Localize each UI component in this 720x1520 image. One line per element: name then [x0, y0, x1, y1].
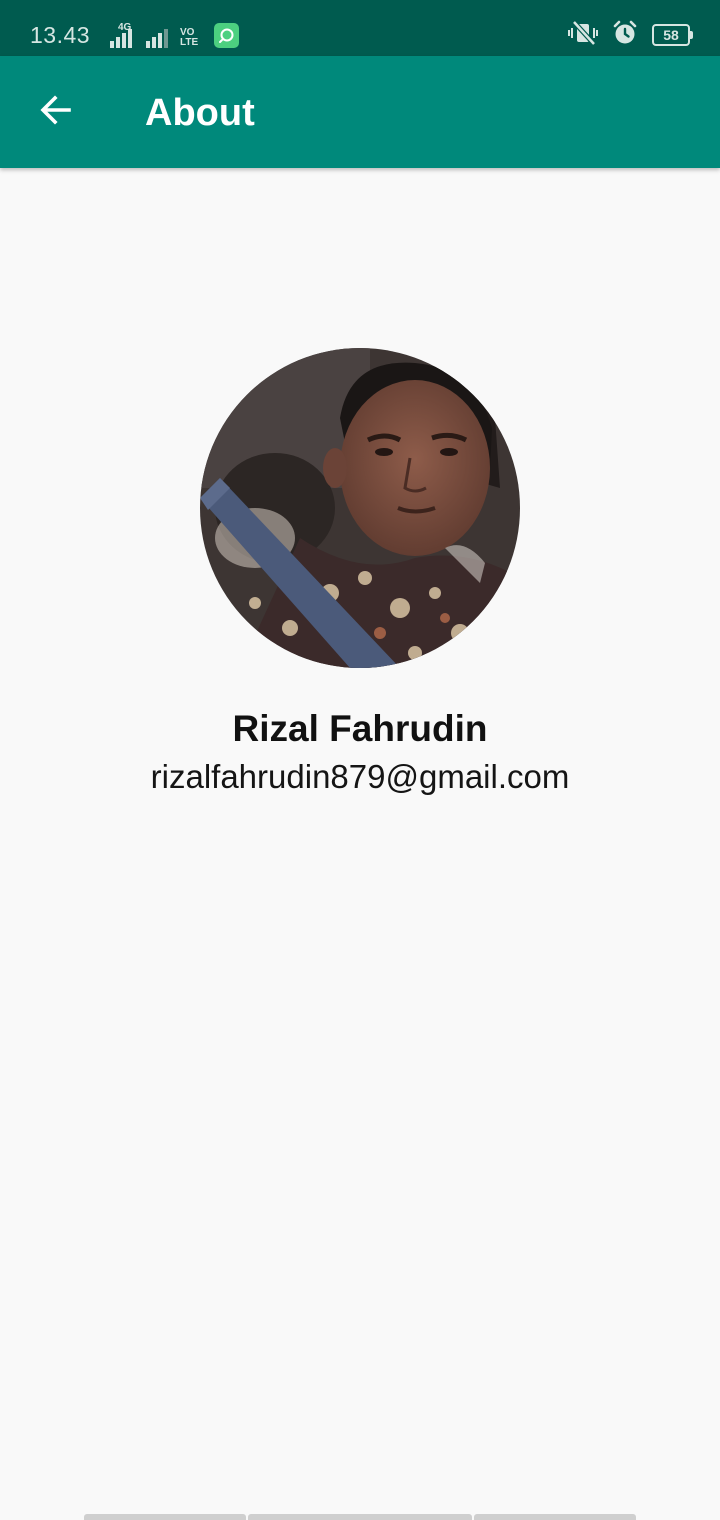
signal-icon: 4G: [110, 22, 132, 48]
profile-avatar: [200, 348, 520, 668]
status-icons-right: 58: [568, 19, 693, 51]
app-bar: About: [0, 56, 720, 168]
app-notification-icon: [214, 23, 240, 48]
signal-icon: [146, 26, 168, 48]
back-button[interactable]: [28, 84, 84, 140]
page-title: About: [145, 92, 255, 134]
alarm-icon: [612, 20, 638, 51]
status-icons-left: 4G VO LTE: [100, 22, 240, 48]
volte-line2: LTE: [180, 37, 199, 48]
status-time: 13.43: [30, 22, 91, 48]
navigation-hint-left: [84, 1514, 246, 1520]
volte-icon: VO LTE: [180, 28, 198, 48]
network-type-label: 4G: [118, 22, 132, 33]
vibrate-off-icon: [568, 19, 598, 51]
navigation-hint-center: [248, 1514, 472, 1520]
battery-icon: 58: [652, 24, 693, 46]
profile-name: Rizal Fahrudin: [232, 708, 488, 749]
arrow-left-icon: [38, 92, 74, 133]
profile-email: rizalfahrudin879@gmail.com: [150, 758, 570, 795]
status-bar: 13.43 4G VO LTE 58: [0, 0, 720, 56]
navigation-hint-right: [474, 1514, 636, 1520]
